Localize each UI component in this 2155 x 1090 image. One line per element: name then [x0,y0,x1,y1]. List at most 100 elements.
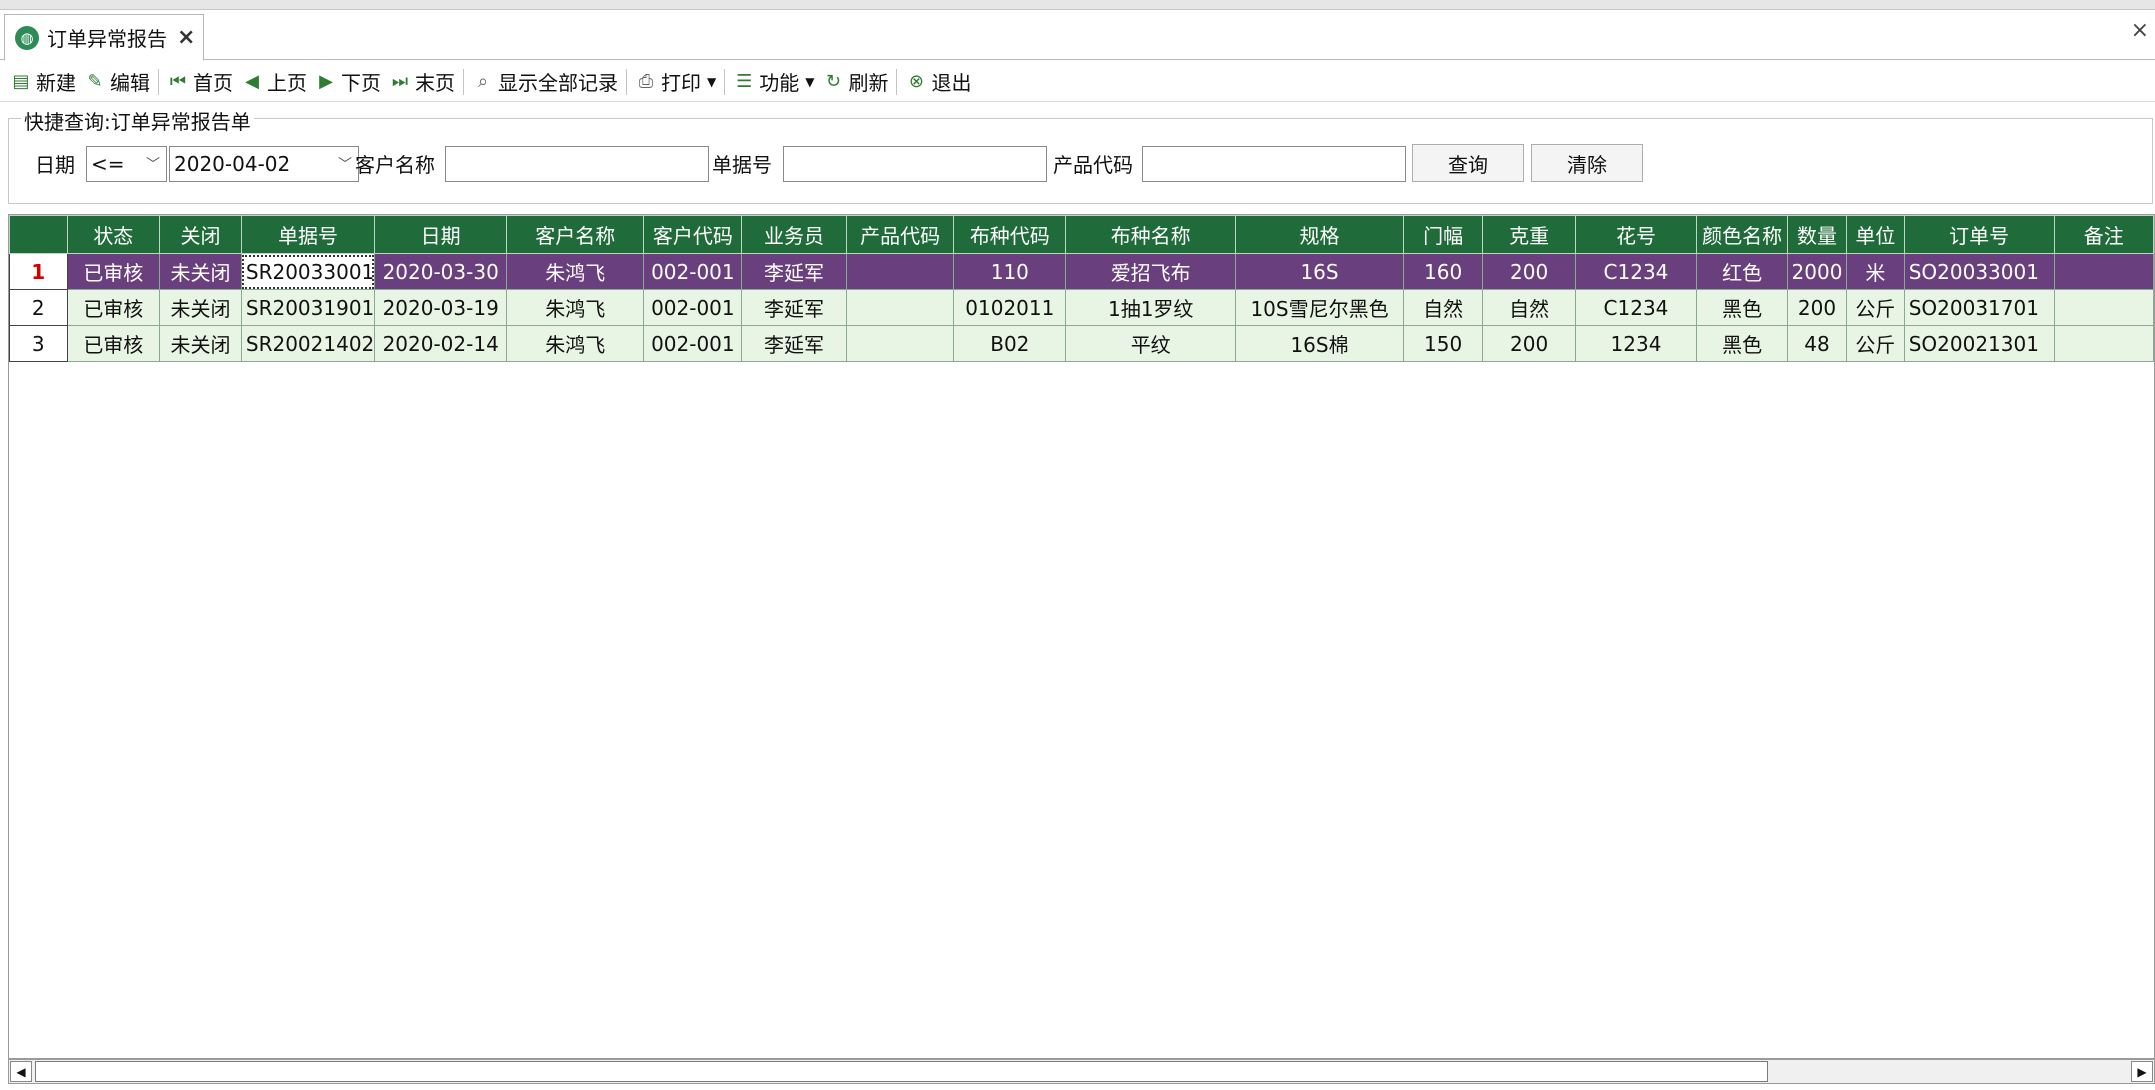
table-cell[interactable] [845,325,955,362]
column-header[interactable]: 布种名称 [1065,215,1237,254]
table-cell[interactable]: SR20021402 [240,325,376,362]
column-header[interactable]: 克重 [1482,215,1576,254]
table-cell[interactable]: 黑色 [1696,289,1789,326]
column-header[interactable]: 单据号 [240,215,376,254]
table-cell[interactable]: 1抽1罗纹 [1065,289,1237,326]
column-header[interactable]: 数量 [1787,215,1847,254]
table-cell[interactable]: 已审核 [66,253,161,290]
table-cell[interactable]: SR20031901 [240,289,376,326]
table-cell[interactable]: 朱鸿飞 [506,253,645,290]
table-cell[interactable]: 朱鸿飞 [506,325,645,362]
column-header[interactable]: 关闭 [159,215,242,254]
column-header[interactable]: 订单号 [1903,215,2055,254]
table-cell[interactable] [845,289,955,326]
column-header[interactable]: 门幅 [1402,215,1484,254]
column-header[interactable]: 花号 [1574,215,1698,254]
table-cell[interactable]: 米 [1845,253,1905,290]
date-operator-select[interactable]: <= ﹀ [86,146,167,182]
table-cell[interactable]: B02 [953,325,1067,362]
table-cell[interactable]: C1234 [1574,289,1698,326]
table-cell[interactable]: 10S雪尼尔黑色 [1235,289,1404,326]
column-header[interactable]: 产品代码 [845,215,955,254]
show-all-records-button[interactable]: ⌕ 显示全部记录 [468,65,622,99]
table-row[interactable]: 2 已审核 未关闭 SR20031901 2020-03-19 朱鸿飞 002-… [9,289,2154,326]
functions-button[interactable]: ☰ 功能 ▼ [729,65,818,99]
table-cell[interactable]: 李延军 [741,289,847,326]
row-number[interactable]: 3 [9,325,68,362]
table-cell[interactable]: 已审核 [66,325,161,362]
first-page-button[interactable]: ⏮ 首页 [163,65,237,99]
row-number[interactable]: 1 [9,253,68,290]
column-header[interactable]: 业务员 [741,215,847,254]
table-cell[interactable]: 公斤 [1845,289,1905,326]
table-cell[interactable]: 未关闭 [159,289,242,326]
table-cell[interactable]: 200 [1482,325,1576,362]
table-cell[interactable]: 红色 [1696,253,1789,290]
prev-page-button[interactable]: ◀ 上页 [237,65,311,99]
table-cell[interactable]: 李延军 [741,325,847,362]
product-code-input[interactable] [1142,146,1406,182]
table-cell[interactable]: 自然 [1402,289,1484,326]
column-header[interactable]: 规格 [1235,215,1404,254]
table-cell[interactable]: SO20031701 [1903,289,2055,326]
new-button[interactable]: ▤ 新建 [6,65,80,99]
table-cell[interactable] [2053,253,2154,290]
query-button[interactable]: 查询 [1412,144,1524,182]
row-number[interactable]: 2 [9,289,68,326]
column-header[interactable]: 状态 [66,215,161,254]
clear-button[interactable]: 清除 [1531,144,1643,182]
scroll-left-icon[interactable]: ◀ [10,1061,32,1082]
table-cell[interactable]: 160 [1402,253,1484,290]
table-cell[interactable]: SO20021301 [1903,325,2055,362]
table-cell[interactable]: 2000 [1787,253,1847,290]
table-cell[interactable]: 150 [1402,325,1484,362]
table-cell[interactable]: 平纹 [1065,325,1237,362]
table-cell[interactable]: 110 [953,253,1067,290]
last-page-button[interactable]: ⏭ 末页 [385,65,459,99]
table-cell[interactable]: 李延军 [741,253,847,290]
table-cell[interactable]: 爱招飞布 [1065,253,1237,290]
table-cell[interactable]: 0102011 [953,289,1067,326]
table-cell[interactable]: 2020-02-14 [374,325,508,362]
scrollbar-thumb[interactable] [35,1061,1768,1082]
date-picker[interactable]: 2020-04-02 ﹀ [169,146,359,182]
table-cell[interactable]: 16S棉 [1235,325,1404,362]
table-cell[interactable] [2053,289,2154,326]
table-cell[interactable]: 200 [1787,289,1847,326]
column-header[interactable]: 布种代码 [953,215,1067,254]
table-cell[interactable]: 已审核 [66,289,161,326]
table-cell[interactable]: 002-001 [643,253,743,290]
table-cell[interactable]: 黑色 [1696,325,1789,362]
table-cell[interactable] [845,253,955,290]
table-cell[interactable]: 200 [1482,253,1576,290]
table-cell[interactable]: 1234 [1574,325,1698,362]
table-cell[interactable]: 2020-03-19 [374,289,508,326]
column-header[interactable]: 备注 [2053,215,2154,254]
tab-order-exception-report[interactable]: ◍ 订单异常报告 × [4,14,204,61]
refresh-button[interactable]: ↻ 刷新 [818,65,892,99]
table-cell[interactable]: 16S [1235,253,1404,290]
table-cell[interactable]: SO20033001 [1903,253,2055,290]
table-row[interactable]: 1 已审核 未关闭 SR20033001 2020-03-30 朱鸿飞 002-… [9,253,2154,290]
column-header[interactable]: 客户代码 [643,215,743,254]
table-cell[interactable]: 2020-03-30 [374,253,508,290]
column-header[interactable]: 客户名称 [506,215,645,254]
edit-button[interactable]: ✎ 编辑 [80,65,154,99]
table-cell[interactable]: C1234 [1574,253,1698,290]
table-cell[interactable] [2053,325,2154,362]
table-cell[interactable]: 自然 [1482,289,1576,326]
scroll-right-icon[interactable]: ▶ [2131,1061,2153,1082]
table-cell[interactable]: 48 [1787,325,1847,362]
table-cell[interactable]: 002-001 [643,289,743,326]
window-close-icon[interactable]: × [2131,18,2149,43]
table-cell-focused[interactable]: SR20033001 [240,253,376,290]
table-cell[interactable]: 002-001 [643,325,743,362]
next-page-button[interactable]: ▶ 下页 [311,65,385,99]
table-cell[interactable]: 未关闭 [159,253,242,290]
customer-name-input[interactable] [445,146,709,182]
column-header[interactable]: 单位 [1845,215,1905,254]
table-row[interactable]: 3 已审核 未关闭 SR20021402 2020-02-14 朱鸿飞 002-… [9,325,2154,362]
table-cell[interactable]: 公斤 [1845,325,1905,362]
column-header[interactable]: 日期 [374,215,508,254]
table-cell[interactable]: 朱鸿飞 [506,289,645,326]
